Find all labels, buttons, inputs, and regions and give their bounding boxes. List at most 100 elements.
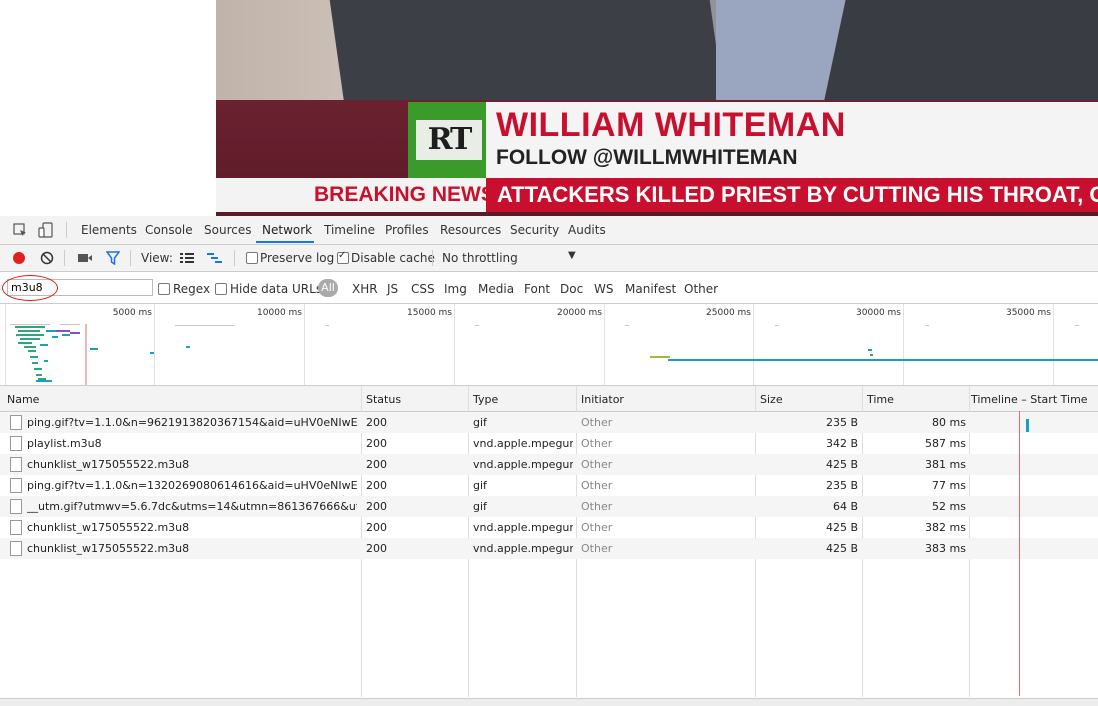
file-icon (10, 499, 22, 514)
regex-label: Regex (173, 282, 211, 296)
cell-time: 587 ms (925, 437, 966, 450)
clear-icon[interactable] (40, 251, 54, 265)
anchor-suit-right (822, 0, 1098, 110)
overview-waterfall-icon[interactable] (207, 252, 223, 264)
file-icon (10, 415, 22, 430)
network-toolbar: View: Preserve log Disable cache No thro… (0, 245, 1098, 272)
table-row[interactable]: ping.gif?tv=1.1.0&n=9621913820367154&aid… (0, 412, 1098, 433)
cell-size: 64 B (832, 500, 858, 513)
anchor-suit-left (326, 0, 726, 110)
tab-elements[interactable]: Elements (81, 223, 137, 237)
file-icon (10, 436, 22, 451)
record-icon[interactable] (12, 251, 26, 265)
cell-initiator: Other (581, 458, 613, 471)
capture-screenshots-icon[interactable] (77, 252, 93, 264)
cell-status: 200 (366, 521, 387, 534)
tab-timeline[interactable]: Timeline (324, 223, 375, 237)
file-icon (10, 457, 22, 472)
network-overview[interactable]: 5000 ms 10000 ms 15000 ms 20000 ms 25000… (0, 304, 1098, 386)
filter-type-font[interactable]: Font (524, 282, 550, 296)
column-type[interactable]: Type (473, 393, 498, 406)
cell-time: 383 ms (925, 542, 966, 555)
presenter-name: WILLIAM WHITEMAN (496, 106, 846, 144)
tab-console[interactable]: Console (145, 223, 193, 237)
news-ticker: ATTACKERS KILLED PRIEST BY CUTTING HIS T… (497, 182, 1098, 207)
column-name[interactable]: Name (7, 393, 39, 406)
large-rows-icon[interactable] (180, 252, 194, 264)
hide-data-urls-checkbox[interactable] (215, 283, 227, 295)
cell-name: __utm.gif?utmwv=5.6.7dc&utms=14&utmn=861… (27, 500, 357, 513)
filter-type-manifest[interactable]: Manifest (625, 282, 676, 296)
timeline-request-bar (1026, 419, 1029, 432)
hide-data-urls-label: Hide data URLs (230, 282, 323, 296)
filter-type-doc[interactable]: Doc (560, 282, 583, 296)
cell-name: chunklist_w175055522.m3u8 (27, 521, 190, 534)
red-annotation-ellipse (2, 275, 58, 301)
filter-type-other[interactable]: Other (684, 282, 718, 296)
throttling-select[interactable]: No throttling (442, 251, 518, 265)
preserve-log-label: Preserve log (260, 251, 335, 265)
cell-initiator: Other (581, 500, 613, 513)
cell-initiator: Other (581, 521, 613, 534)
filter-type-ws[interactable]: WS (594, 282, 613, 296)
view-label: View: (141, 251, 173, 265)
channel-logo-text: RT (416, 120, 482, 160)
tab-audits[interactable]: Audits (568, 223, 606, 237)
filter-type-js[interactable]: JS (387, 282, 398, 296)
regex-checkbox[interactable] (158, 283, 170, 295)
tab-resources[interactable]: Resources (440, 223, 501, 237)
tab-sources[interactable]: Sources (204, 223, 251, 237)
cell-initiator: Other (581, 479, 613, 492)
filter-type-all[interactable]: All (318, 279, 338, 297)
disable-cache-checkbox[interactable] (337, 250, 349, 264)
filter-type-img[interactable]: Img (444, 282, 467, 296)
table-row[interactable]: chunklist_w175055522.m3u8 200 vnd.apple.mp… (0, 517, 1098, 538)
tab-security[interactable]: Security (510, 223, 559, 237)
cell-size: 425 B (825, 542, 858, 555)
cell-name: chunklist_w175055522.m3u8 (27, 458, 190, 471)
tab-network[interactable]: Network (262, 223, 312, 237)
cell-size: 342 B (825, 437, 858, 450)
filter-type-xhr[interactable]: XHR (352, 282, 378, 296)
cell-status: 200 (366, 542, 387, 555)
cell-name: chunklist_w175055522.m3u8 (27, 542, 190, 555)
cell-time: 80 ms (932, 416, 966, 429)
cell-size: 425 B (825, 458, 858, 471)
cell-name: playlist.m3u8 (27, 437, 102, 450)
filter-type-css[interactable]: CSS (411, 282, 435, 296)
cell-type: gif (473, 416, 487, 429)
file-icon (10, 478, 22, 493)
inspect-element-icon[interactable] (13, 223, 27, 237)
tab-profiles[interactable]: Profiles (385, 223, 429, 237)
column-timeline[interactable]: Timeline – Start Time (971, 393, 1088, 406)
cell-time: 381 ms (925, 458, 966, 471)
column-size[interactable]: Size (760, 393, 783, 406)
column-time[interactable]: Time (867, 393, 894, 406)
cell-time: 52 ms (932, 500, 966, 513)
preserve-log-checkbox[interactable] (246, 252, 258, 264)
breaking-news-label: BREAKING NEWS (314, 183, 495, 206)
timeline-load-marker (1019, 411, 1020, 696)
table-row[interactable]: playlist.m3u8 200 vnd.apple.mpegurl Other 34… (0, 433, 1098, 454)
table-row[interactable]: ping.gif?tv=1.1.0&n=1320269080614616&aid… (0, 475, 1098, 496)
column-status[interactable]: Status (366, 393, 401, 406)
cell-status: 200 (366, 437, 387, 450)
table-row[interactable]: __utm.gif?utmwv=5.6.7dc&utms=14&utmn=861… (0, 496, 1098, 517)
filter-icon[interactable] (106, 251, 120, 265)
cell-time: 77 ms (932, 479, 966, 492)
table-row[interactable]: chunklist_w175055522.m3u8 200 vnd.apple.mp… (0, 538, 1098, 559)
file-icon (10, 520, 22, 535)
cell-type: vnd.apple.mpegurl (473, 542, 573, 555)
overview-waterfall (10, 324, 1098, 385)
active-tab-indicator (256, 241, 314, 243)
filter-type-media[interactable]: Media (478, 282, 514, 296)
cell-name: ping.gif?tv=1.1.0&n=9621913820367154&aid… (27, 416, 357, 429)
device-mode-icon[interactable] (38, 222, 54, 238)
cell-type: gif (473, 500, 487, 513)
table-row[interactable]: chunklist_w175055522.m3u8 200 vnd.apple.mp… (0, 454, 1098, 475)
throttling-dropdown-icon[interactable]: ▼ (568, 250, 576, 261)
presenter-handle: FOLLOW @WILLMWHITEMAN (496, 146, 798, 169)
column-initiator[interactable]: Initiator (581, 393, 624, 406)
cell-type: gif (473, 479, 487, 492)
cell-type: vnd.apple.mpegurl (473, 458, 573, 471)
